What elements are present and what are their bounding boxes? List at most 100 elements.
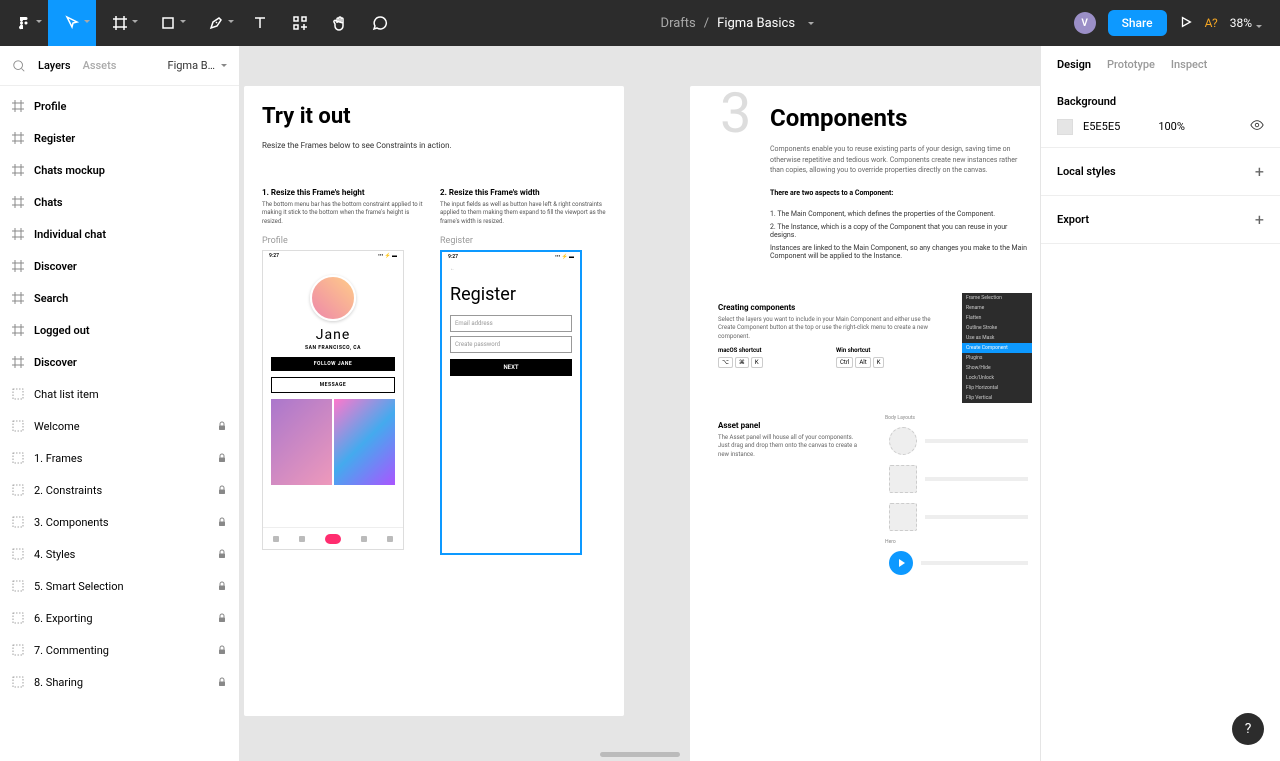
breadcrumb-parent[interactable]: Drafts [661, 16, 696, 31]
layer-item[interactable]: 2. Constraints [0, 474, 239, 506]
help-button[interactable]: ? [1232, 713, 1264, 745]
layers-tab[interactable]: Layers [38, 59, 71, 72]
layer-item[interactable]: Chats mockup [0, 154, 239, 186]
follow-button[interactable]: FOLLOW JANE [271, 357, 395, 371]
assets-tab[interactable]: Assets [83, 59, 117, 72]
resources-button[interactable] [280, 0, 320, 46]
shape-tool-button[interactable] [144, 0, 192, 46]
component-icon [12, 612, 24, 624]
avatar-image [310, 275, 356, 321]
layers-panel: Layers Assets Figma B… ProfileRegisterCh… [0, 46, 240, 761]
register-frame[interactable]: 9:27••• ⚡ ▬ ← Register Email address Cre… [440, 250, 582, 555]
layer-item[interactable]: 6. Exporting [0, 602, 239, 634]
play-icon [889, 551, 913, 575]
frame-icon [12, 292, 24, 304]
layer-item[interactable]: Logged out [0, 314, 239, 346]
layer-item[interactable]: Profile [0, 90, 239, 122]
frame-icon [12, 132, 24, 144]
user-avatar[interactable]: V [1074, 12, 1096, 34]
component-icon [12, 420, 24, 432]
frame-icon [12, 196, 24, 208]
add-export-button[interactable]: + [1255, 210, 1264, 229]
lock-icon [217, 645, 227, 655]
layer-item[interactable]: 1. Frames [0, 442, 239, 474]
layer-item[interactable]: 8. Sharing [0, 666, 239, 698]
canvas[interactable]: Try it out Resize the Frames below to se… [240, 46, 1040, 761]
frame-icon [12, 100, 24, 112]
chevron-down-icon[interactable] [803, 18, 813, 28]
lock-icon [217, 549, 227, 559]
lock-icon [217, 581, 227, 591]
canvas-card-components: 3 Components Components enable you to re… [690, 86, 1040, 761]
message-button[interactable]: MESSAGE [271, 377, 395, 393]
lock-icon [217, 677, 227, 687]
component-icon [12, 452, 24, 464]
missing-fonts-button[interactable]: A? [1205, 16, 1218, 30]
layer-item[interactable]: Chat list item [0, 378, 239, 410]
bottom-nav [263, 527, 403, 549]
visibility-toggle-icon[interactable] [1250, 118, 1264, 135]
component-icon [12, 644, 24, 656]
section-title: Components [770, 104, 1032, 132]
inspect-tab[interactable]: Inspect [1171, 58, 1207, 71]
frame-tool-button[interactable] [96, 0, 144, 46]
breadcrumb[interactable]: Drafts / Figma Basics [400, 16, 1074, 31]
component-icon [12, 388, 24, 400]
frame-icon [12, 228, 24, 240]
frame-icon [12, 164, 24, 176]
text-tool-button[interactable] [240, 0, 280, 46]
frame-icon [12, 260, 24, 272]
color-swatch[interactable] [1057, 119, 1073, 135]
section-title: Try it out [262, 104, 606, 129]
move-tool-button[interactable] [48, 0, 96, 46]
layer-item[interactable]: 5. Smart Selection [0, 570, 239, 602]
lock-icon [217, 421, 227, 431]
main-menu-button[interactable] [0, 0, 48, 46]
layer-item[interactable]: Welcome [0, 410, 239, 442]
comment-tool-button[interactable] [360, 0, 400, 46]
add-style-button[interactable]: + [1255, 162, 1264, 181]
layer-item[interactable]: Discover [0, 250, 239, 282]
lock-icon [217, 613, 227, 623]
component-icon [12, 580, 24, 592]
profile-frame[interactable]: 9:27••• ⚡ ▬ Jane SAN FRANCISCO, CA FOLLO… [262, 250, 404, 550]
zoom-dropdown[interactable]: 38% [1230, 16, 1264, 30]
next-button[interactable]: NEXT [450, 359, 572, 376]
email-field[interactable]: Email address [450, 315, 572, 332]
layer-item[interactable]: Search [0, 282, 239, 314]
breadcrumb-current[interactable]: Figma Basics [717, 16, 795, 31]
layer-item[interactable]: 7. Commenting [0, 634, 239, 666]
layer-item[interactable]: Individual chat [0, 218, 239, 250]
prototype-tab[interactable]: Prototype [1107, 58, 1155, 71]
frame-label-register[interactable]: Register [440, 236, 606, 246]
layer-item[interactable]: Discover [0, 346, 239, 378]
layer-item[interactable]: 3. Components [0, 506, 239, 538]
share-button[interactable]: Share [1108, 10, 1167, 36]
color-hex-input[interactable]: E5E5E5 [1083, 120, 1120, 133]
component-icon [12, 676, 24, 688]
design-tab[interactable]: Design [1057, 58, 1091, 71]
properties-panel: Design Prototype Inspect Background E5E5… [1040, 46, 1280, 761]
search-icon[interactable] [12, 59, 26, 73]
opacity-input[interactable]: 100% [1158, 120, 1185, 133]
component-icon [12, 484, 24, 496]
component-icon [12, 548, 24, 560]
layer-item[interactable]: Chats [0, 186, 239, 218]
layer-item[interactable]: Register [0, 122, 239, 154]
frame-icon [12, 324, 24, 336]
frame-icon [12, 356, 24, 368]
present-button[interactable] [1179, 15, 1193, 32]
lock-icon [217, 517, 227, 527]
layer-item[interactable]: 4. Styles [0, 538, 239, 570]
lock-icon [217, 485, 227, 495]
context-menu-preview: Frame SelectionRenameFlattenOutline Stro… [962, 293, 1032, 403]
hand-tool-button[interactable] [320, 0, 360, 46]
canvas-card-constraints: Try it out Resize the Frames below to se… [244, 86, 624, 716]
frame-label-profile[interactable]: Profile [262, 236, 428, 246]
password-field[interactable]: Create password [450, 336, 572, 353]
horizontal-scrollbar[interactable] [600, 752, 680, 757]
component-icon [12, 516, 24, 528]
lock-icon [217, 453, 227, 463]
pen-tool-button[interactable] [192, 0, 240, 46]
page-selector[interactable]: Figma B… [167, 59, 227, 72]
